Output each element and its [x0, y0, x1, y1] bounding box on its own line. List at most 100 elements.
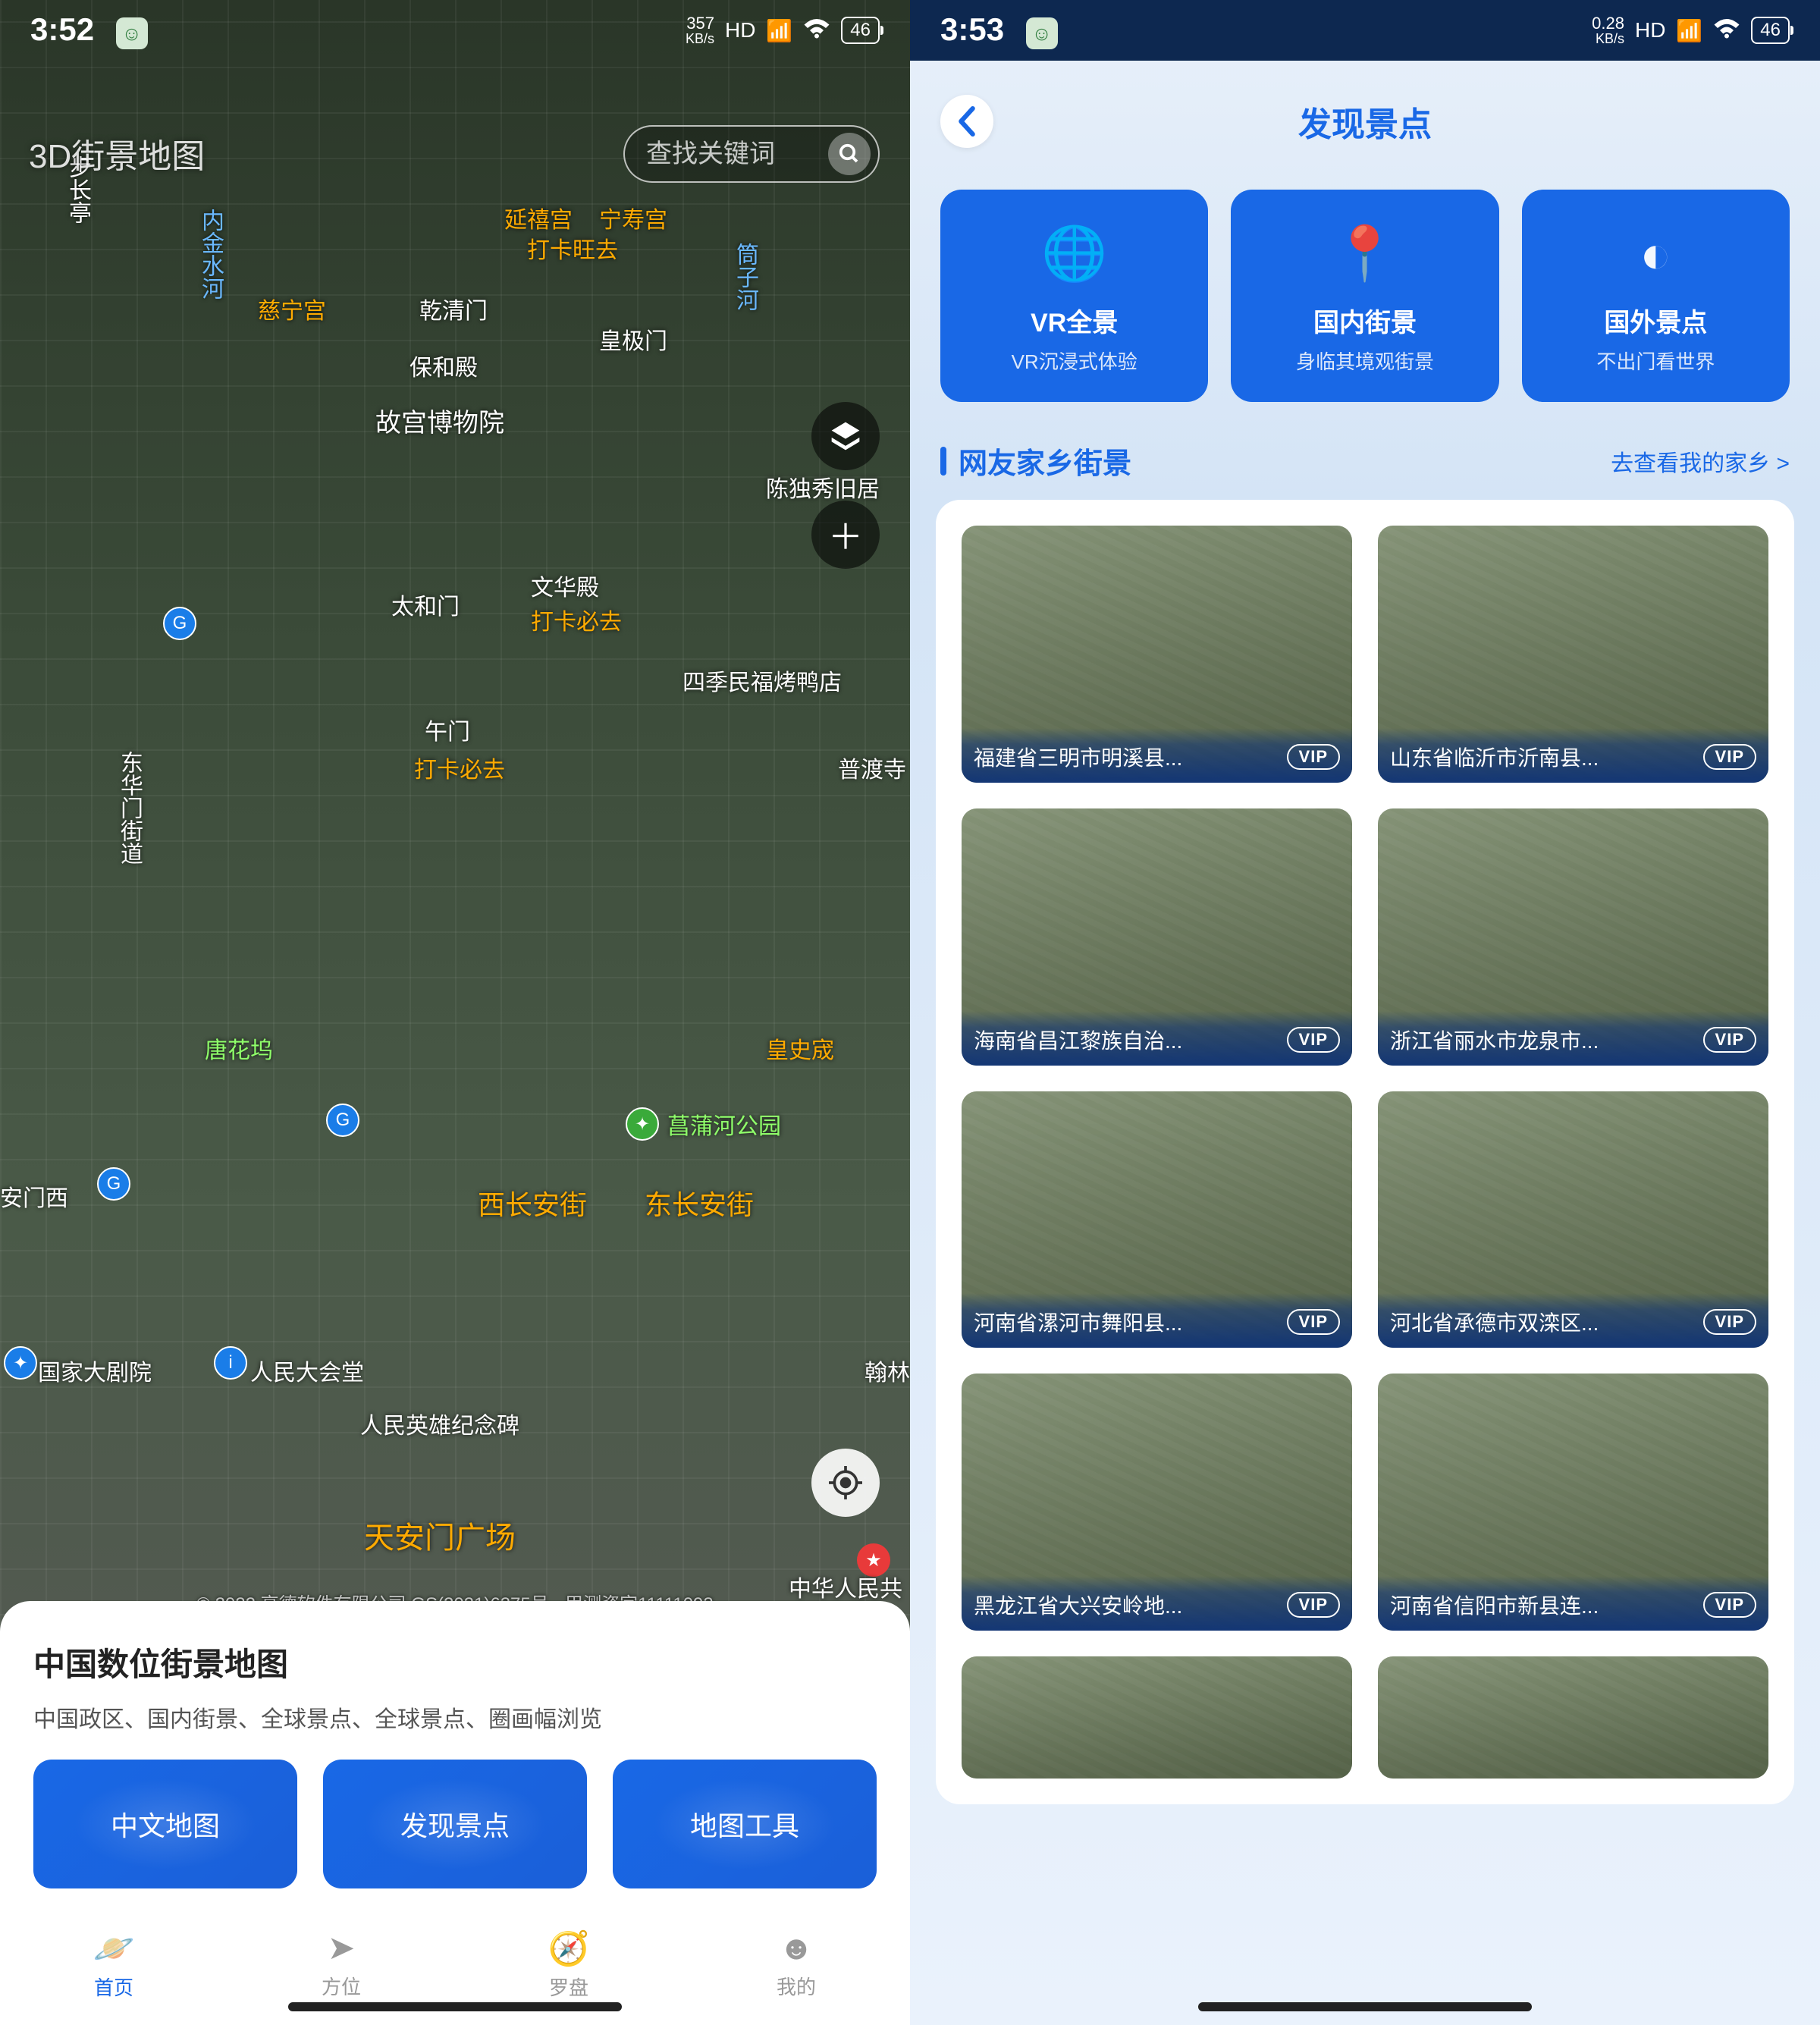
card-subtitle: 中国政区、国内街景、全球景点、全球景点、圈画幅浏览: [33, 1700, 877, 1734]
map-label: 翰林: [864, 1354, 910, 1387]
streetview-item[interactable]: 河南省信阳市新县连...VIP: [1378, 1374, 1768, 1631]
category-title: 国内街景: [1313, 302, 1417, 339]
map-label: 菖蒲河公园: [667, 1107, 781, 1141]
battery-icon: 46: [841, 17, 880, 44]
map-pin-icon: 📍: [1323, 220, 1407, 288]
map-label: 人民英雄纪念碑: [360, 1407, 519, 1440]
face-icon: ☻: [779, 1929, 814, 1967]
category-foreign[interactable]: ◐ 国外景点 不出门看世界: [1522, 190, 1790, 402]
tab-label: 首页: [94, 1973, 133, 2001]
streetview-grid: 福建省三明市明溪县... VIP 山东省临沂市沂南县...VIP 海南省昌江黎族自…: [962, 526, 1768, 1779]
layers-button[interactable]: [811, 402, 880, 470]
map-label: 故宫博物院: [375, 402, 504, 439]
category-domestic[interactable]: 📍 国内街景 身临其境观街景: [1231, 190, 1498, 402]
map-label: 国家大剧院: [38, 1354, 152, 1387]
map-label: 四季民福烤鸭店: [682, 664, 842, 697]
wifi-icon: [1713, 17, 1740, 44]
map-label: 普渡寺: [838, 751, 906, 784]
poi-metro-icon[interactable]: G: [326, 1104, 359, 1137]
see-my-hometown-link[interactable]: 去查看我的家乡 >: [1611, 444, 1790, 478]
net-speed: 357KB/s: [686, 15, 714, 46]
streetview-name: 福建省三明市明溪县...: [974, 742, 1182, 772]
bottom-card: 中国数位街景地图 中国政区、国内街景、全球景点、全球景点、圈画幅浏览 中文地图 …: [0, 1601, 910, 1911]
streetview-item[interactable]: 海南省昌江黎族自治...VIP: [962, 808, 1352, 1066]
poi-park-icon[interactable]: ✦: [626, 1107, 659, 1141]
map-label: 皇极门: [599, 322, 667, 356]
streetview-item[interactable]: [1378, 1656, 1768, 1779]
card-title: 中国数位街景地图: [33, 1639, 877, 1685]
discover-spots-button[interactable]: 发现景点: [323, 1760, 587, 1888]
map-label: 打卡旺去: [527, 231, 618, 265]
tab-orientation[interactable]: ➤ 方位: [228, 1911, 455, 2017]
page-header: 发现景点: [910, 76, 1820, 167]
streetview-item[interactable]: 浙江省丽水市龙泉市...VIP: [1378, 808, 1768, 1066]
app-icon: ☺: [1026, 17, 1058, 49]
vip-badge: VIP: [1703, 1027, 1756, 1053]
streetview-item[interactable]: 福建省三明市明溪县... VIP: [962, 526, 1352, 783]
vip-badge: VIP: [1287, 1592, 1340, 1618]
poi-metro-icon[interactable]: i: [214, 1346, 247, 1380]
back-button[interactable]: [940, 95, 993, 148]
map-label: 内金水河: [193, 209, 227, 300]
streetview-item[interactable]: 山东省临沂市沂南县...VIP: [1378, 526, 1768, 783]
page-title: 发现景点: [1298, 97, 1432, 146]
phone-right: 3:53 ☺ 0.28KB/s HD 📶 46 发现景点 🌐 VR全景 VR沉浸…: [910, 0, 1820, 2025]
chinese-map-button[interactable]: 中文地图: [33, 1760, 297, 1888]
poi-metro-icon[interactable]: G: [97, 1167, 130, 1201]
tab-mine[interactable]: ☻ 我的: [682, 1911, 910, 2017]
map-label: 东华门街道: [112, 751, 146, 865]
status-time: 3:52: [30, 11, 94, 47]
map-label: 乾清门: [419, 292, 488, 325]
category-subtitle: VR沉浸式体验: [1012, 347, 1138, 375]
streetview-item[interactable]: [962, 1656, 1352, 1779]
search-input[interactable]: [646, 140, 828, 169]
streetview-item[interactable]: 黑龙江省大兴安岭地...VIP: [962, 1374, 1352, 1631]
vip-badge: VIP: [1703, 1309, 1756, 1335]
vip-badge: VIP: [1287, 744, 1340, 770]
map-label: 打卡必去: [531, 603, 622, 636]
poi-metro-icon[interactable]: ✦: [4, 1346, 37, 1380]
streetview-name: 河北省承德市双滦区...: [1390, 1307, 1599, 1337]
hd-icon: HD: [725, 18, 755, 42]
net-speed: 0.28KB/s: [1592, 15, 1624, 46]
hd-icon: HD: [1635, 18, 1665, 42]
map-label: 打卡必去: [414, 751, 505, 784]
status-time: 3:53: [940, 11, 1004, 47]
streetview-name: 海南省昌江黎族自治...: [974, 1025, 1182, 1055]
streetview-name: 河南省信阳市新县连...: [1390, 1590, 1599, 1620]
locate-button[interactable]: [811, 1449, 880, 1517]
map-label: 皇史宬: [766, 1031, 834, 1065]
map-label: 宁寿宫: [599, 201, 667, 234]
search-box[interactable]: [623, 125, 880, 183]
home-indicator[interactable]: [288, 2002, 622, 2011]
phone-left: 3:52 ☺ 357KB/s HD 📶 46 G G ✦ G i ★ ✦ 步长亭…: [0, 0, 910, 2025]
category-title: VR全景: [1031, 302, 1118, 339]
map-label: 天安门广场: [364, 1513, 516, 1557]
app-icon: ☺: [116, 17, 148, 49]
map-label: 延禧宫: [504, 201, 573, 234]
category-vr[interactable]: 🌐 VR全景 VR沉浸式体验: [940, 190, 1208, 402]
streetview-item[interactable]: 河南省漯河市舞阳县...VIP: [962, 1091, 1352, 1348]
poi-metro-icon[interactable]: G: [163, 607, 196, 640]
streetview-item[interactable]: 河北省承德市双滦区... VIP: [1378, 1091, 1768, 1348]
tab-compass[interactable]: 🧭 罗盘: [455, 1911, 682, 2017]
signal-icon: 📶: [1676, 18, 1702, 43]
map-label: 保和殿: [410, 349, 478, 382]
map-label: 筒子河: [728, 243, 761, 311]
statusbar: 3:52 ☺ 357KB/s HD 📶 46: [0, 0, 910, 61]
tab-home[interactable]: 🪐 首页: [0, 1911, 228, 2017]
tab-label: 方位: [322, 1972, 361, 2000]
home-indicator[interactable]: [1198, 2002, 1532, 2011]
category-row: 🌐 VR全景 VR沉浸式体验 📍 国内街景 身临其境观街景 ◐ 国外景点 不出门…: [910, 167, 1820, 425]
map-label: 文华殿: [531, 569, 599, 602]
section-header: 网友家乡街景 去查看我的家乡 >: [910, 425, 1820, 500]
signal-icon: 📶: [766, 18, 792, 43]
map-title-overlay: 3D街景地图: [29, 129, 205, 177]
zoom-in-button[interactable]: ＋: [811, 501, 880, 569]
search-button[interactable]: [828, 133, 871, 175]
map-label: 午门: [425, 713, 470, 746]
category-subtitle: 身临其境观街景: [1296, 347, 1434, 375]
map-tools-button[interactable]: 地图工具: [613, 1760, 877, 1888]
statusbar: 3:53 ☺ 0.28KB/s HD 📶 46: [910, 0, 1820, 61]
streetview-grid-card: 福建省三明市明溪县... VIP 山东省临沂市沂南县...VIP 海南省昌江黎族自…: [936, 500, 1794, 1804]
